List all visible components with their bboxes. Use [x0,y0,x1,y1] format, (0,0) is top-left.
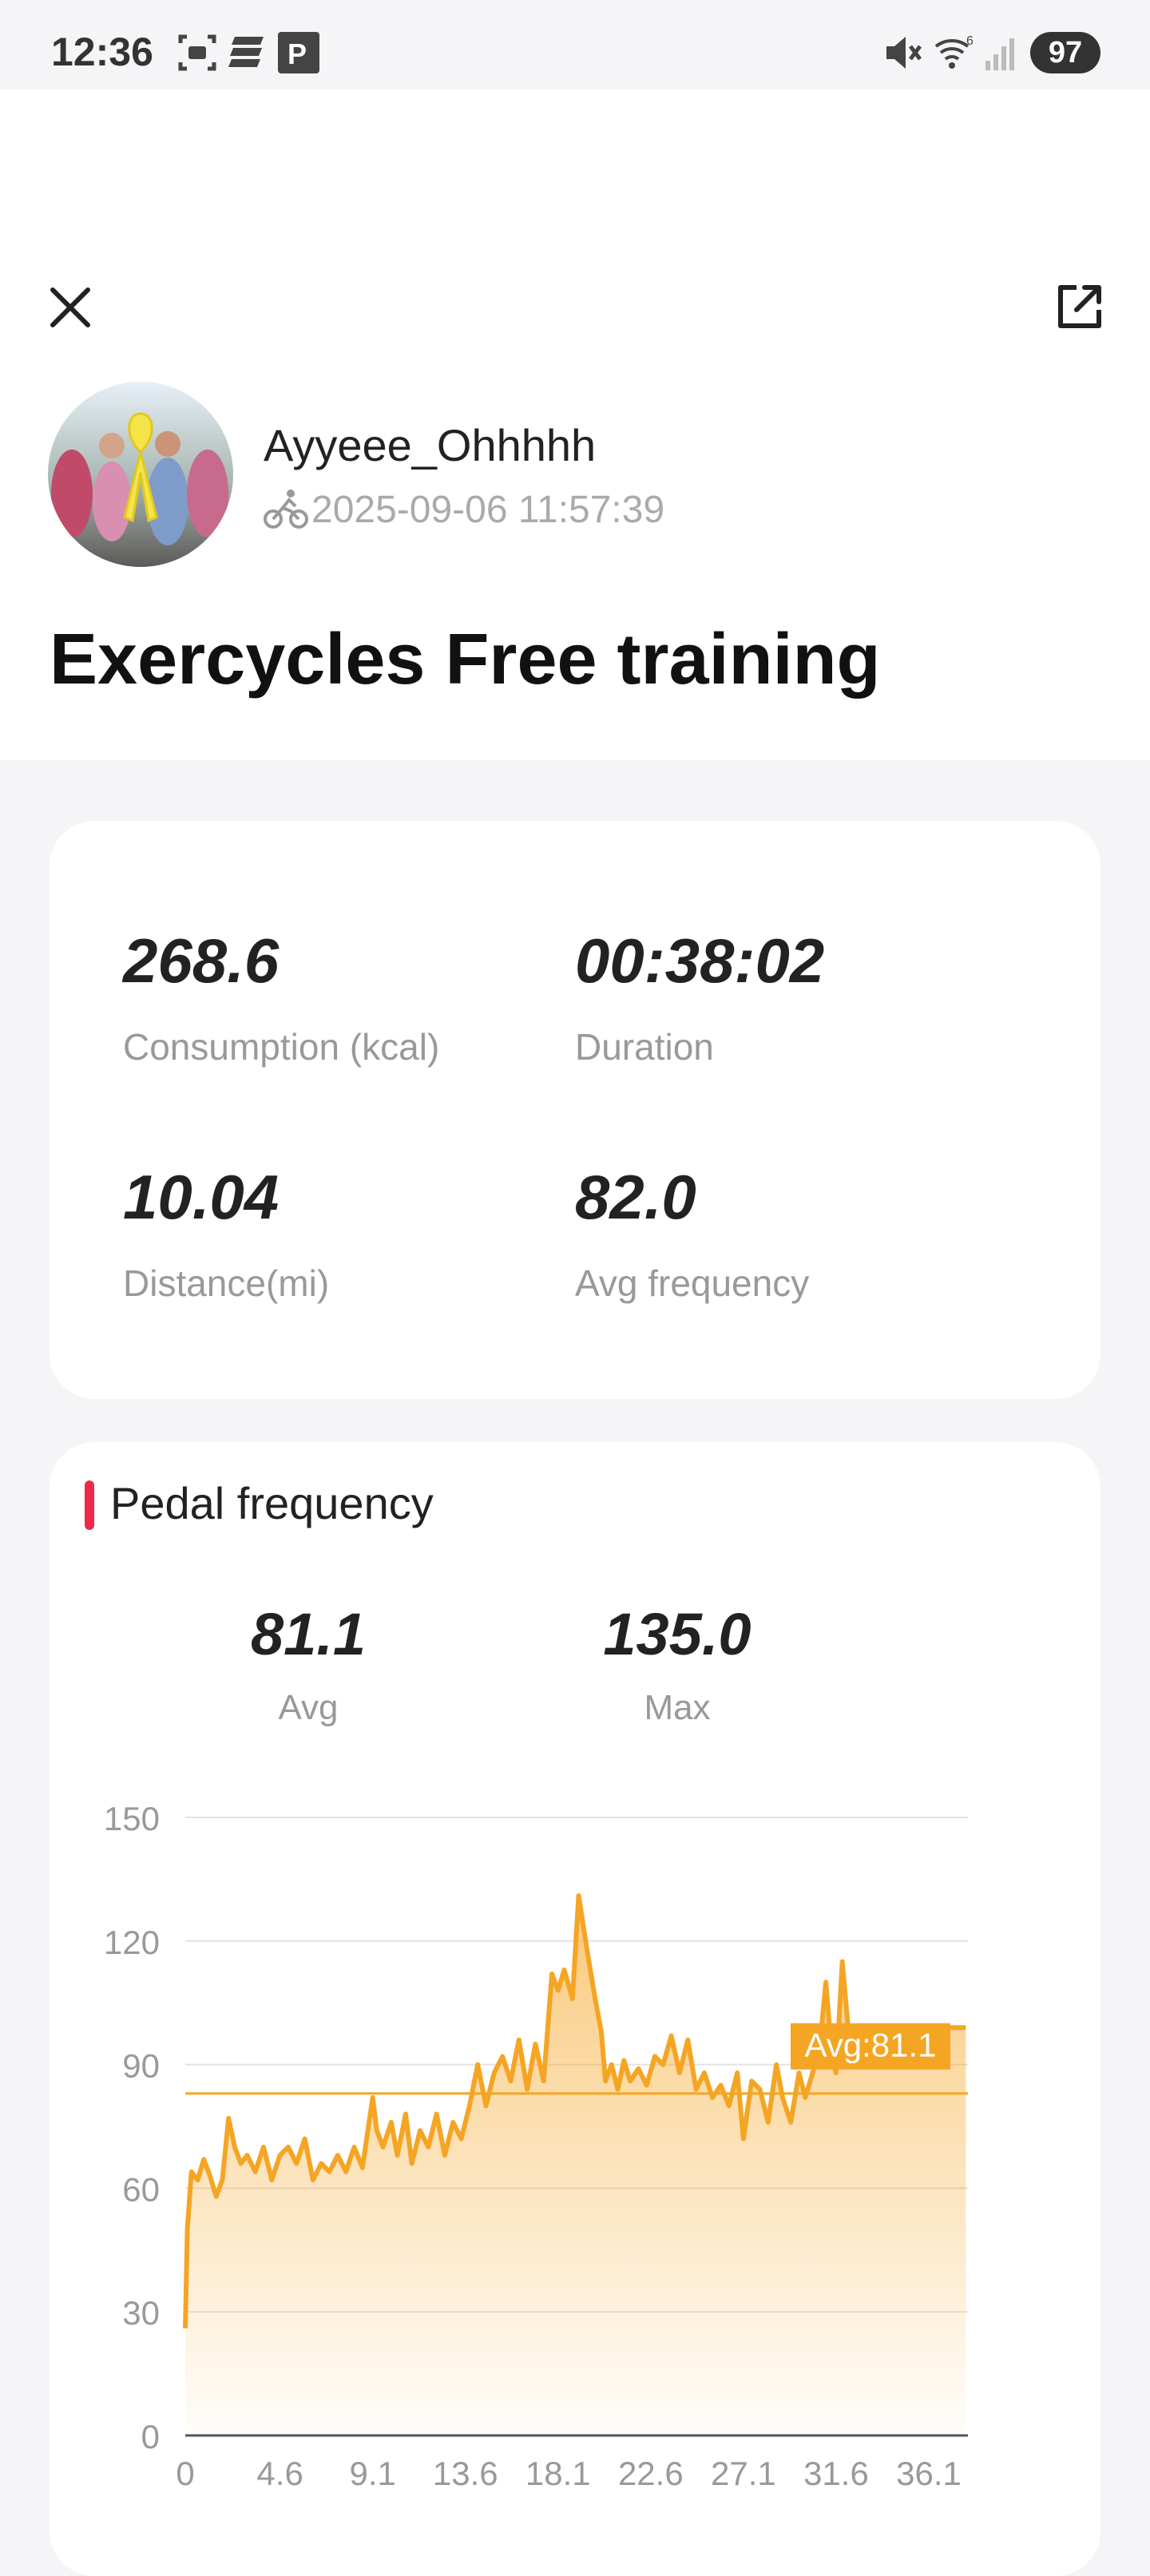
avg-badge-label: Avg:81.1 [804,2027,936,2064]
x-tick-label: 13.6 [433,2455,498,2492]
date-row: 2025-09-06 11:57:39 [264,485,664,533]
duration-value: 00:38:02 [575,925,825,996]
avg-frequency-value: 82.0 [575,1162,696,1232]
y-tick-label: 30 [122,2294,160,2332]
close-icon[interactable] [46,283,94,331]
x-tick-label: 9.1 [349,2455,395,2492]
consumption-label: Consumption (kcal) [123,1026,440,1068]
pedal-frequency-card: Pedal frequency 81.1 Avg 135.0 Max Avg:8… [50,1442,1100,2576]
y-tick-label: 60 [122,2170,160,2208]
y-tick-label: 90 [122,2047,160,2085]
signal-icon [985,38,1014,70]
distance-label: Distance(mi) [123,1262,330,1304]
consumption-value: 268.6 [123,925,280,996]
screenshot-icon [178,34,216,71]
cycling-icon [264,489,308,529]
x-tick-label: 36.1 [896,2455,962,2492]
x-tick-label: 0 [176,2455,194,2492]
x-tick-label: 4.6 [256,2455,303,2492]
y-tick-label: 0 [141,2418,160,2455]
avatar[interactable] [48,382,233,567]
username: Ayyeee_Ohhhhh [264,420,597,470]
x-tick-label: 27.1 [711,2455,776,2492]
mute-icon [886,37,922,69]
parking-app-icon: P [278,32,319,73]
avg-frequency-label: Avg frequency [575,1262,810,1304]
x-tick-label: 18.1 [525,2455,591,2492]
page-title: Exercycles Free training [50,620,881,699]
share-icon[interactable] [1054,281,1105,332]
stats-card: 268.6 Consumption (kcal) 00:38:02 Durati… [50,821,1100,1399]
svg-text:P: P [288,38,307,70]
y-tick-label: 150 [104,1800,160,1837]
workout-datetime: 2025-09-06 11:57:39 [311,488,665,531]
pedal-frequency-chart: Avg:81.1 0 30 60 90 120 150 0 4.6 9.1 13.6 18.1 22.… [104,1800,968,2492]
news-icon [228,37,264,67]
y-tick-label: 120 [104,1924,160,1961]
status-time: 12:36 [51,30,153,74]
wifi-icon: 6 [934,34,974,69]
duration-label: Duration [575,1026,714,1068]
x-tick-label: 31.6 [803,2455,869,2492]
x-tick-label: 22.6 [618,2455,684,2492]
battery-indicator: 97 [1030,32,1100,73]
status-bar: 12:36 P 6 97 [0,0,1150,89]
distance-value: 10.04 [123,1162,280,1232]
svg-text:6: 6 [966,34,974,48]
